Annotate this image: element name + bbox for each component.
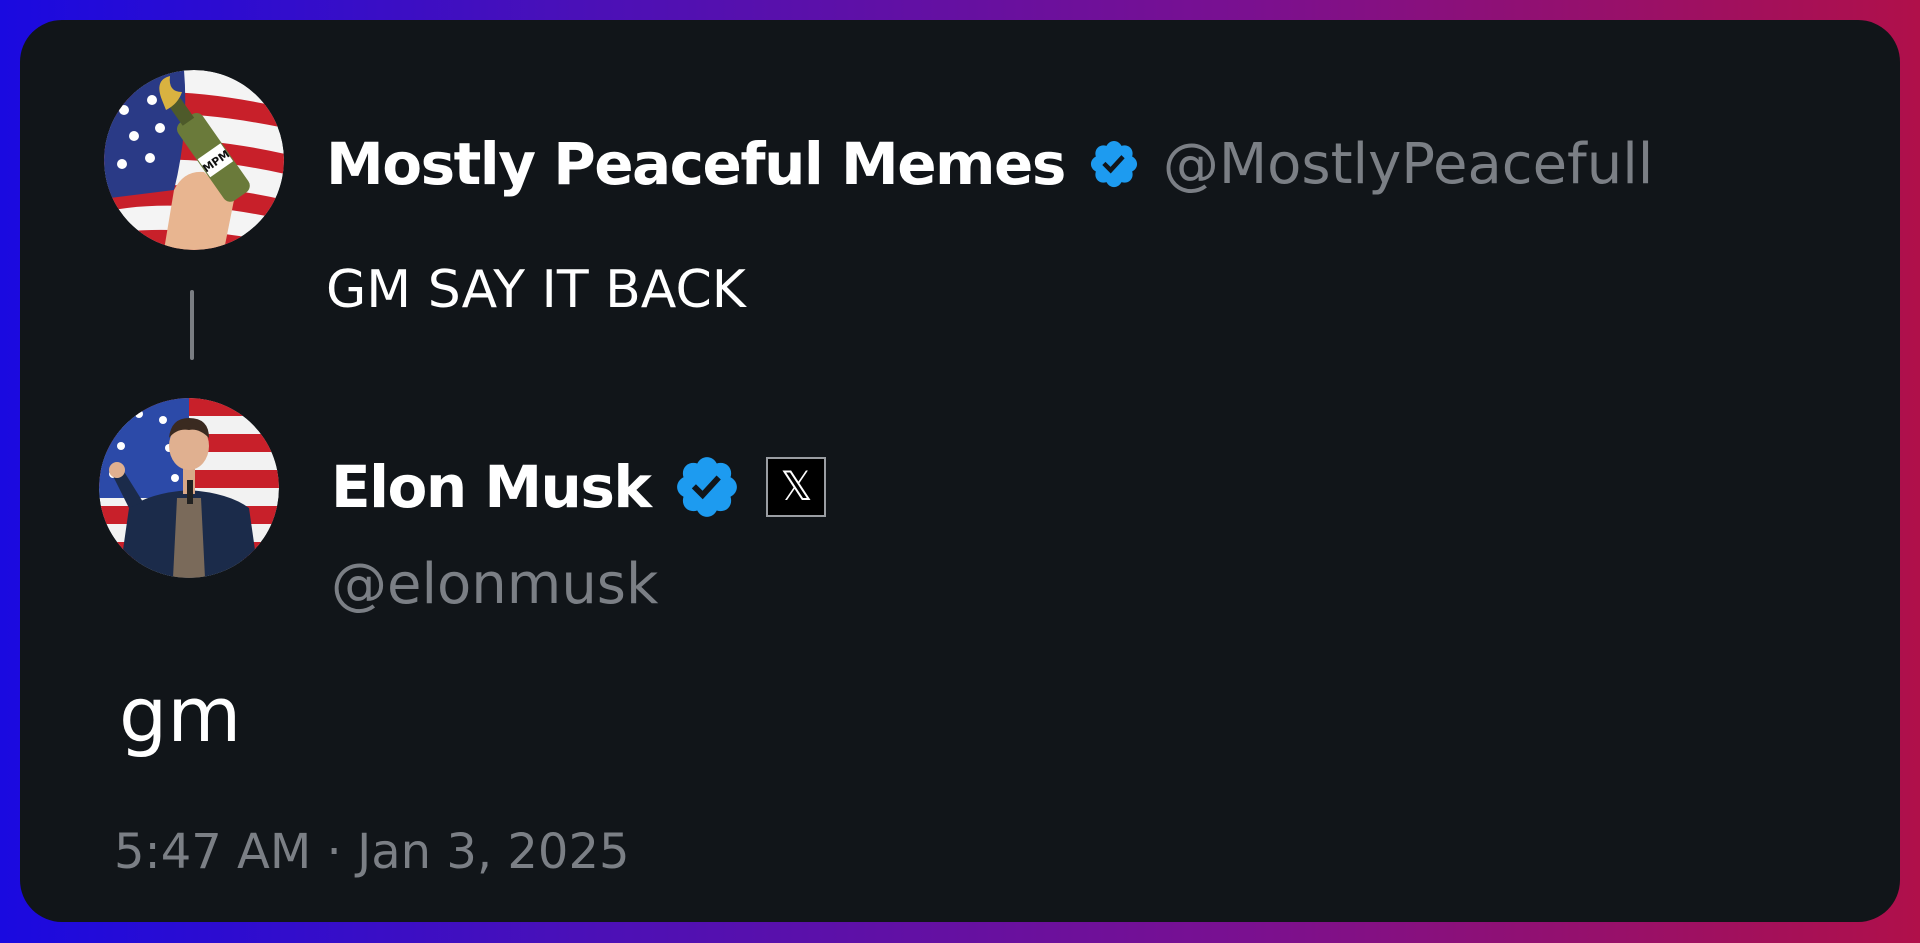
thread-connector-line [190,290,194,360]
avatar-elon-musk[interactable] [99,398,279,578]
quoted-post-text: GM SAY IT BACK [326,260,746,320]
person-flag-avatar-icon [99,398,279,578]
reply-post-header: Elon Musk 𝕏 [331,445,827,529]
reply-post-text: gm [119,670,242,759]
quoted-display-name[interactable]: Mostly Peaceful Memes [326,130,1066,198]
post-timestamp[interactable]: 5:47 AM · Jan 3, 2025 [114,824,630,880]
flag-bottle-avatar-icon: MPM [104,70,284,250]
avatar-mostly-peaceful-memes[interactable]: MPM [104,70,284,250]
quoted-post-header: Mostly Peaceful Memes @MostlyPeacefull [326,124,1653,204]
reply-handle[interactable]: @elonmusk [331,552,658,617]
verified-badge-icon [677,457,738,517]
verified-badge-icon [1090,140,1137,188]
x-logo-icon[interactable]: 𝕏 [766,457,827,517]
tweet-card: MPM Mostly Peaceful Memes @MostlyPeacefu… [20,20,1900,922]
reply-display-name[interactable]: Elon Musk [331,453,652,521]
quoted-handle[interactable]: @MostlyPeacefull [1163,132,1654,197]
